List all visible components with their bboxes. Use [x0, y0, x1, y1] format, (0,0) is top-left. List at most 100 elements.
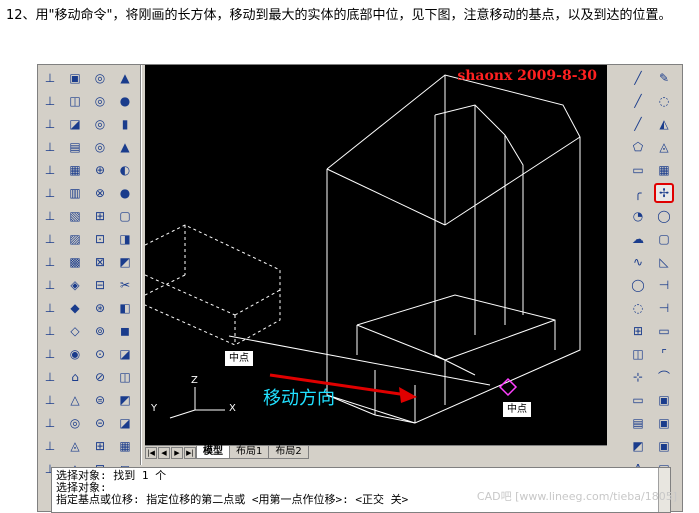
solid-tool-1-icon[interactable]: ▣: [65, 68, 85, 88]
solid2-tool-17-icon[interactable]: ⊞: [90, 436, 110, 456]
modify-tool-10-icon[interactable]: ⊣: [654, 275, 674, 295]
nav-first-button[interactable]: |◀: [145, 446, 157, 459]
solid-tool-17-icon[interactable]: ◬: [65, 436, 85, 456]
ucs-tool-2-icon[interactable]: ⊥: [40, 91, 60, 111]
solid2-tool-10-icon[interactable]: ⊟: [90, 275, 110, 295]
solid2-tool-3-icon[interactable]: ◎: [90, 114, 110, 134]
solid2-tool-4-icon[interactable]: ◎: [90, 137, 110, 157]
solidedit-tool-5-icon[interactable]: ◐: [115, 160, 135, 180]
nav-last-button[interactable]: ▶|: [184, 446, 196, 459]
draw-tool-9-icon[interactable]: ∿: [628, 252, 648, 272]
solidedit-tool-6-icon[interactable]: ●: [115, 183, 135, 203]
draw-tool-14-icon[interactable]: ⊹: [628, 367, 648, 387]
solidedit-tool-4-icon[interactable]: ▲: [115, 137, 135, 157]
solidedit-tool-7-icon[interactable]: ▢: [115, 206, 135, 226]
draw-tool-6-icon[interactable]: ╭: [628, 183, 648, 203]
draw-tool-10-icon[interactable]: ◯: [628, 275, 648, 295]
ucs-tool-10-icon[interactable]: ⊥: [40, 275, 60, 295]
ucs-tool-3-icon[interactable]: ⊥: [40, 114, 60, 134]
modify-tool-3-icon[interactable]: ◭: [654, 114, 674, 134]
modify-tool-8-icon[interactable]: ▢: [654, 229, 674, 249]
ucs-tool-7-icon[interactable]: ⊥: [40, 206, 60, 226]
ucs-tool-8-icon[interactable]: ⊥: [40, 229, 60, 249]
draw-tool-8-icon[interactable]: ☁: [628, 229, 648, 249]
solidedit-tool-8-icon[interactable]: ◨: [115, 229, 135, 249]
ucs-tool-11-icon[interactable]: ⊥: [40, 298, 60, 318]
draw-tool-2-icon[interactable]: ╱: [628, 91, 648, 111]
solidedit-tool-11-icon[interactable]: ◧: [115, 298, 135, 318]
modify-tool-1-icon[interactable]: ✎: [654, 68, 674, 88]
modify-tool-14-icon[interactable]: ⌒: [654, 367, 674, 387]
solid2-tool-9-icon[interactable]: ⊠: [90, 252, 110, 272]
ucs-tool-16-icon[interactable]: ⊥: [40, 413, 60, 433]
solid-tool-2-icon[interactable]: ◫: [65, 91, 85, 111]
draw-tool-5-icon[interactable]: ▭: [628, 160, 648, 180]
solid2-tool-6-icon[interactable]: ⊗: [90, 183, 110, 203]
modify-tool-13-icon[interactable]: ⌜: [654, 344, 674, 364]
draw-tool-15-icon[interactable]: ▭: [628, 390, 648, 410]
draw-tool-3-icon[interactable]: ╱: [628, 114, 648, 134]
ucs-tool-6-icon[interactable]: ⊥: [40, 183, 60, 203]
solid-tool-8-icon[interactable]: ▨: [65, 229, 85, 249]
solid2-tool-14-icon[interactable]: ⊘: [90, 367, 110, 387]
modify-tool-2-icon[interactable]: ◌: [654, 91, 674, 111]
solid-tool-3-icon[interactable]: ◪: [65, 114, 85, 134]
solid2-tool-8-icon[interactable]: ⊡: [90, 229, 110, 249]
solid-tool-12-icon[interactable]: ◇: [65, 321, 85, 341]
draw-tool-13-icon[interactable]: ◫: [628, 344, 648, 364]
solid-tool-9-icon[interactable]: ▩: [65, 252, 85, 272]
modify-tool-9-icon[interactable]: ◺: [654, 252, 674, 272]
ucs-tool-4-icon[interactable]: ⊥: [40, 137, 60, 157]
modify-tool-4-icon[interactable]: ◬: [654, 137, 674, 157]
solid2-tool-2-icon[interactable]: ◎: [90, 91, 110, 111]
modify-tool-5-icon[interactable]: ▦: [654, 160, 674, 180]
solidedit-tool-2-icon[interactable]: ●: [115, 91, 135, 111]
solidedit-tool-17-icon[interactable]: ▦: [115, 436, 135, 456]
solid2-tool-12-icon[interactable]: ⊚: [90, 321, 110, 341]
solid-tool-6-icon[interactable]: ▥: [65, 183, 85, 203]
drawing-canvas[interactable]: shaonx 2009-8-30 中点 中点 移动方向 Z X Y: [145, 65, 607, 445]
tab-model[interactable]: 模型: [196, 446, 230, 459]
modify-tool-17-icon[interactable]: ▣: [654, 436, 674, 456]
modify-tool-15-icon[interactable]: ▣: [654, 390, 674, 410]
solidedit-tool-3-icon[interactable]: ▮: [115, 114, 135, 134]
tab-layout1[interactable]: 布局1: [229, 446, 270, 459]
solid-tool-11-icon[interactable]: ◆: [65, 298, 85, 318]
solidedit-tool-16-icon[interactable]: ◪: [115, 413, 135, 433]
nav-prev-button[interactable]: ◀: [158, 446, 170, 459]
ucs-tool-12-icon[interactable]: ⊥: [40, 321, 60, 341]
modify-tool-7-icon[interactable]: ◯: [654, 206, 674, 226]
solid-tool-5-icon[interactable]: ▦: [65, 160, 85, 180]
ucs-tool-1-icon[interactable]: ⊥: [40, 68, 60, 88]
solidedit-tool-1-icon[interactable]: ▲: [115, 68, 135, 88]
modify-tool-12-icon[interactable]: ▭: [654, 321, 674, 341]
draw-tool-7-icon[interactable]: ◔: [628, 206, 648, 226]
solid-tool-16-icon[interactable]: ◎: [65, 413, 85, 433]
draw-tool-1-icon[interactable]: ╱: [628, 68, 648, 88]
ucs-tool-9-icon[interactable]: ⊥: [40, 252, 60, 272]
solid2-tool-15-icon[interactable]: ⊜: [90, 390, 110, 410]
draw-tool-16-icon[interactable]: ▤: [628, 413, 648, 433]
solid2-tool-5-icon[interactable]: ⊕: [90, 160, 110, 180]
solidedit-tool-13-icon[interactable]: ◪: [115, 344, 135, 364]
solid-tool-15-icon[interactable]: △: [65, 390, 85, 410]
ucs-tool-15-icon[interactable]: ⊥: [40, 390, 60, 410]
solidedit-tool-14-icon[interactable]: ◫: [115, 367, 135, 387]
ucs-tool-13-icon[interactable]: ⊥: [40, 344, 60, 364]
move-icon[interactable]: ✢: [654, 183, 674, 203]
solid-tool-4-icon[interactable]: ▤: [65, 137, 85, 157]
draw-tool-17-icon[interactable]: ◩: [628, 436, 648, 456]
ucs-tool-17-icon[interactable]: ⊥: [40, 436, 60, 456]
tab-layout2[interactable]: 布局2: [268, 446, 309, 459]
modify-tool-11-icon[interactable]: ⊣: [654, 298, 674, 318]
solid-tool-14-icon[interactable]: ⌂: [65, 367, 85, 387]
modify-tool-16-icon[interactable]: ▣: [654, 413, 674, 433]
ucs-tool-14-icon[interactable]: ⊥: [40, 367, 60, 387]
draw-tool-11-icon[interactable]: ◌: [628, 298, 648, 318]
draw-tool-12-icon[interactable]: ⊞: [628, 321, 648, 341]
solid-tool-13-icon[interactable]: ◉: [65, 344, 85, 364]
solidedit-tool-10-icon[interactable]: ✂: [115, 275, 135, 295]
solid-tool-10-icon[interactable]: ◈: [65, 275, 85, 295]
solid2-tool-7-icon[interactable]: ⊞: [90, 206, 110, 226]
solidedit-tool-9-icon[interactable]: ◩: [115, 252, 135, 272]
